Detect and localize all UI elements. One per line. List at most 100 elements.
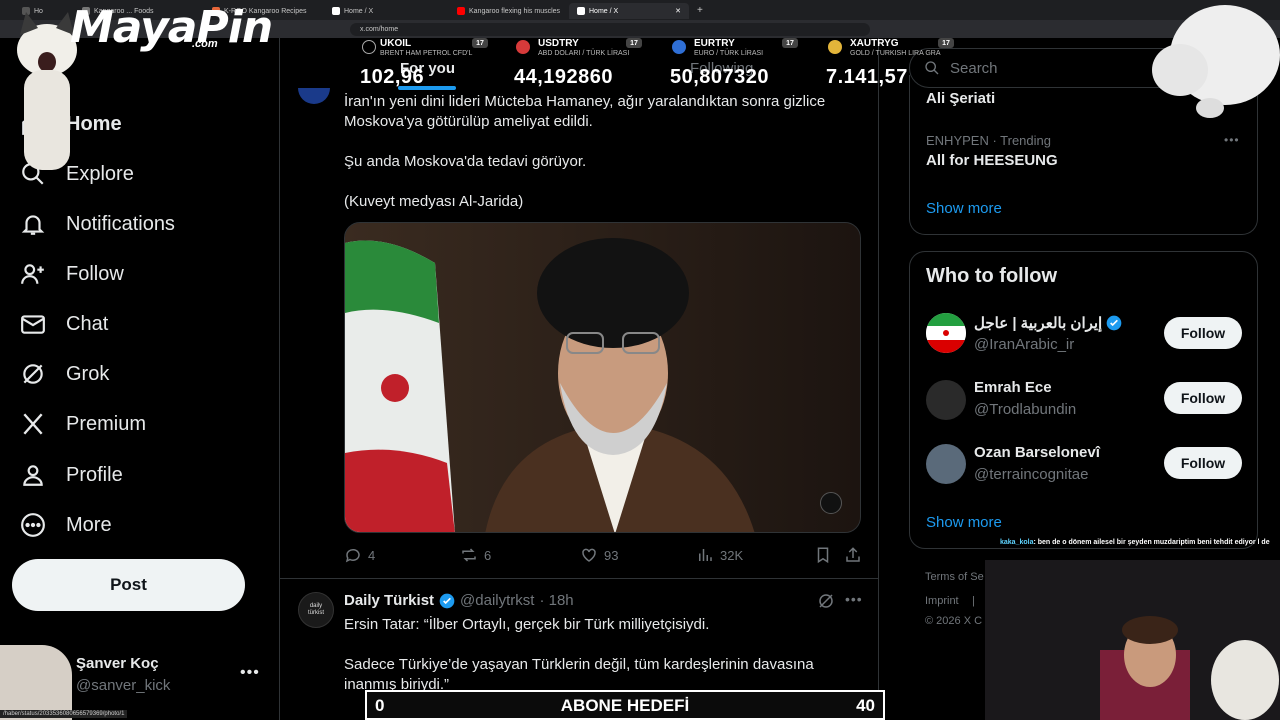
- browser-tab[interactable]: Kangaroo flexing his muscles: [449, 3, 569, 19]
- repost-button[interactable]: 6: [460, 546, 491, 564]
- footer-imprint-link[interactable]: Imprint: [925, 595, 959, 607]
- account-avatar[interactable]: [926, 313, 966, 353]
- tradingview-badge: 17: [938, 38, 954, 48]
- ticker-value: 44,192860: [514, 66, 614, 88]
- verified-badge-icon: [1106, 315, 1122, 331]
- new-tab-icon[interactable]: +: [697, 5, 703, 16]
- portrait-photo: [345, 223, 860, 532]
- browser-tab[interactable]: Home / X: [324, 3, 449, 19]
- browser-tab-active[interactable]: Home / X ✕: [569, 3, 689, 19]
- account-name[interactable]: إيران بالعربية | عاجل: [974, 314, 1102, 332]
- post-text-line: İran'ın yeni dini lideri Mücteba Hamaney…: [344, 93, 826, 110]
- reply-button[interactable]: 4: [344, 546, 375, 564]
- account-avatar[interactable]: [926, 380, 966, 420]
- post-author-name[interactable]: Daily Türkist: [344, 592, 434, 609]
- flag-icon: [672, 40, 686, 54]
- ticker-xautryg: XAUTRYG GOLD / TURKISH LIRA GRA 17 7.141…: [826, 38, 966, 90]
- trend-more-icon[interactable]: •••: [1224, 133, 1240, 147]
- like-count: 93: [604, 547, 619, 563]
- post-button[interactable]: Post: [12, 559, 245, 611]
- sidebar-item-more[interactable]: More: [20, 505, 112, 545]
- account-name-row: إيران بالعربية | عاجل: [974, 314, 1122, 332]
- post-divider: [280, 578, 878, 579]
- sidebar-item-follow[interactable]: Follow: [20, 254, 124, 294]
- user-avatar[interactable]: [0, 645, 72, 720]
- close-tab-icon[interactable]: ✕: [675, 7, 681, 15]
- post-image[interactable]: [344, 222, 861, 533]
- footer-terms-link[interactable]: Terms of Se: [925, 571, 984, 583]
- sidebar-item-notifications[interactable]: Notifications: [20, 204, 175, 244]
- ticker-value: 102,96: [360, 66, 425, 88]
- account-menu-icon[interactable]: •••: [240, 664, 260, 682]
- user-name: Şanver Koç: [76, 655, 159, 672]
- repost-count: 6: [484, 547, 492, 563]
- gold-icon: [828, 40, 842, 54]
- ticker-symbol: USDTRY: [538, 38, 579, 49]
- tab-label: Home / X: [589, 7, 619, 15]
- sidebar-item-chat[interactable]: Chat: [20, 304, 108, 344]
- flag-icon: [516, 40, 530, 54]
- chat-message: : ben de o dönem ailesel bir şeyden muzd…: [1033, 539, 1270, 546]
- account-name[interactable]: Emrah Ece: [974, 379, 1052, 396]
- trend-context: ENHYPEN · Trending: [926, 133, 1051, 148]
- webcam-overlay: [985, 560, 1280, 720]
- trend-title[interactable]: All for HEESEUNG: [926, 152, 1058, 169]
- bell-icon: [21, 215, 45, 235]
- chat-username: kaka_kola: [1000, 539, 1034, 546]
- ticker-ukoil: UKOIL BRENT HAM PETROL CFD'L 17 102,96: [360, 38, 500, 90]
- follow-button[interactable]: Follow: [1164, 382, 1242, 414]
- tradingview-badge: 17: [472, 38, 488, 48]
- grok-explain-icon[interactable]: [817, 592, 835, 610]
- daily-turkist-avatar[interactable]: daily türkist: [298, 592, 334, 628]
- sidebar-item-label: Grok: [66, 362, 110, 385]
- like-button[interactable]: 93: [580, 546, 618, 564]
- image-edit-icon[interactable]: [820, 492, 842, 514]
- follow-button[interactable]: Follow: [1164, 317, 1242, 349]
- post-text-line: (Kuveyt medyası Al-Jarida): [344, 193, 524, 210]
- sidebar-item-label: Premium: [66, 412, 147, 435]
- account-avatar[interactable]: [926, 444, 966, 484]
- brand-text: MayaPin: [70, 2, 273, 53]
- sidebar-item-premium[interactable]: Premium: [20, 404, 146, 444]
- post-text-line: Şu anda Moskova'da tedavi görüyor.: [344, 153, 587, 170]
- person-icon: [23, 465, 43, 486]
- sidebar-item-grok[interactable]: Grok: [20, 354, 109, 394]
- show-more-link[interactable]: Show more: [926, 514, 1002, 531]
- ticker-value: 7.141,57: [826, 66, 908, 88]
- sidebar-item-profile[interactable]: Profile: [20, 455, 123, 495]
- account-name[interactable]: Ozan Barselonevî: [974, 444, 1100, 461]
- ticker-desc: BRENT HAM PETROL CFD'L: [380, 50, 473, 57]
- ticker-symbol: EURTRY: [694, 38, 735, 49]
- sidebar-item-label: More: [66, 513, 112, 536]
- reply-icon: [345, 548, 360, 563]
- account-handle: @Trodlabundin: [974, 401, 1077, 418]
- repost-icon: [462, 548, 476, 562]
- tradingview-badge: 17: [626, 38, 642, 48]
- cat-sticker-right: [1135, 0, 1280, 125]
- bookmark-icon[interactable]: [814, 546, 832, 564]
- sidebar-item-label: Notifications: [66, 212, 175, 235]
- views-count: 32K: [720, 547, 744, 563]
- tab-label: Home / X: [344, 7, 374, 15]
- grok-icon: [23, 364, 43, 384]
- follow-button[interactable]: Follow: [1164, 447, 1242, 479]
- ticker-symbol: XAUTRYG: [850, 38, 899, 49]
- url-text: x.com/home: [360, 25, 399, 33]
- footer-separator: |: [972, 595, 975, 607]
- post-more-icon[interactable]: •••: [845, 591, 863, 607]
- views-button[interactable]: 32K: [696, 546, 743, 564]
- url-field[interactable]: x.com/home: [350, 22, 870, 36]
- add-person-icon: [21, 264, 44, 284]
- post-time[interactable]: · 18h: [539, 592, 573, 609]
- ticker-usdtry: USDTRY ABD DOLARI / TÜRK LİRASI 17 44,19…: [514, 38, 654, 90]
- reply-count: 4: [368, 547, 376, 563]
- verified-badge-icon: [439, 593, 455, 608]
- user-handle: @sanver_kick: [76, 677, 171, 694]
- trend-title[interactable]: Ali Şeriati: [926, 90, 995, 107]
- ticker-desc: ABD DOLARI / TÜRK LİRASI: [538, 50, 630, 57]
- goal-target: 40: [856, 696, 875, 715]
- share-icon[interactable]: [844, 546, 862, 564]
- status-bar-url: /haber/status/2033536080656579369/photo/…: [0, 710, 128, 718]
- post-author-handle[interactable]: @dailytrkst: [460, 592, 534, 609]
- show-more-link[interactable]: Show more: [926, 200, 1002, 217]
